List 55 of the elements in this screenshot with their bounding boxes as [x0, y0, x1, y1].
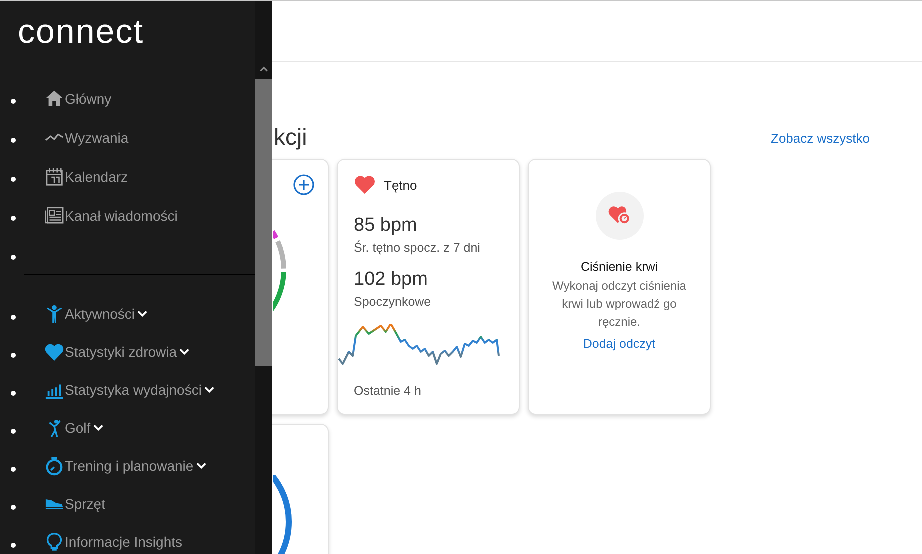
bullet-dot	[11, 466, 16, 472]
bullet-dot	[11, 428, 16, 434]
menu-item[interactable]: Aktywności	[45, 304, 136, 324]
chevron-down-icon[interactable]	[92, 424, 104, 432]
menu-item[interactable]: Sprzęt	[45, 496, 106, 512]
bullet-dot	[11, 255, 16, 260]
news-icon	[45, 206, 64, 225]
bullet-dot	[11, 99, 16, 104]
bulb-icon	[45, 532, 64, 552]
heart-icon	[45, 342, 64, 362]
shoe-icon	[45, 498, 64, 510]
card-title: Ciśnienie krwi	[580, 260, 658, 274]
menu-item[interactable]: Statystyka wydajności	[45, 380, 202, 400]
section-title: kcji	[274, 123, 308, 152]
bullet-dot	[11, 390, 16, 396]
menu-item[interactable]: Główny	[45, 89, 112, 108]
add-icon[interactable]	[293, 174, 315, 196]
chevron-down-icon[interactable]	[179, 348, 190, 356]
card-description: Wykonaj odczyt ciśnienia krwi lub wprowadź go ręcznie.	[552, 278, 688, 331]
scrollbar[interactable]	[255, 1, 272, 554]
add-reading-link[interactable]: Dodaj odczyt	[583, 337, 656, 351]
chevron-down-icon[interactable]	[196, 462, 207, 470]
chevron-down-icon[interactable]	[204, 386, 215, 394]
menu-item[interactable]: Wyzwania	[45, 128, 129, 147]
menu-item[interactable]: Informacje Insights	[45, 532, 182, 552]
time-range-label: Ostatnie 4 h	[354, 384, 422, 398]
scroll-up-icon[interactable]	[258, 66, 268, 73]
heart-icon	[354, 175, 376, 195]
average-value: 85 bpm	[354, 214, 418, 238]
bullet-dot	[11, 138, 16, 143]
bullet-dot	[11, 504, 16, 510]
average-label: Śr. tętno spocz. z 7 dni	[354, 240, 482, 256]
scrollbar-thumb[interactable]	[255, 79, 272, 366]
bullet-dot	[11, 314, 16, 320]
menu-item[interactable]: Trening i planowanie	[45, 456, 194, 476]
menu-item[interactable]: Golf	[45, 418, 91, 438]
heart-rate-card[interactable]: Tętno 85 bpm Śr. tętno spocz. z 7 dni 102 bpm Spoczynkowe Ostatnie 4 h	[337, 159, 520, 415]
logo: connect	[17, 12, 146, 53]
resting-label: Spoczynkowe	[354, 294, 432, 310]
menu-item[interactable]: Statystyki zdrowia	[45, 342, 178, 362]
heart-gauge-icon	[608, 205, 632, 227]
stopwatch-icon	[45, 456, 64, 476]
person-icon	[45, 304, 64, 324]
bullet-dot	[11, 542, 16, 548]
resting-value: 102 bpm	[354, 268, 429, 292]
calendar-icon	[45, 167, 64, 186]
bullet-dot	[11, 216, 16, 221]
card-title: Tętno	[384, 178, 418, 192]
menu-item[interactable]: Kalendarz	[45, 167, 128, 186]
see-all-link[interactable]: Zobacz wszystko	[771, 130, 870, 148]
menu-item[interactable]: Kanał wiadomości	[45, 206, 178, 225]
bullet-dot	[11, 352, 16, 358]
chevron-down-icon[interactable]	[137, 310, 148, 318]
home-icon	[45, 89, 64, 108]
bullet-dot	[11, 177, 16, 182]
